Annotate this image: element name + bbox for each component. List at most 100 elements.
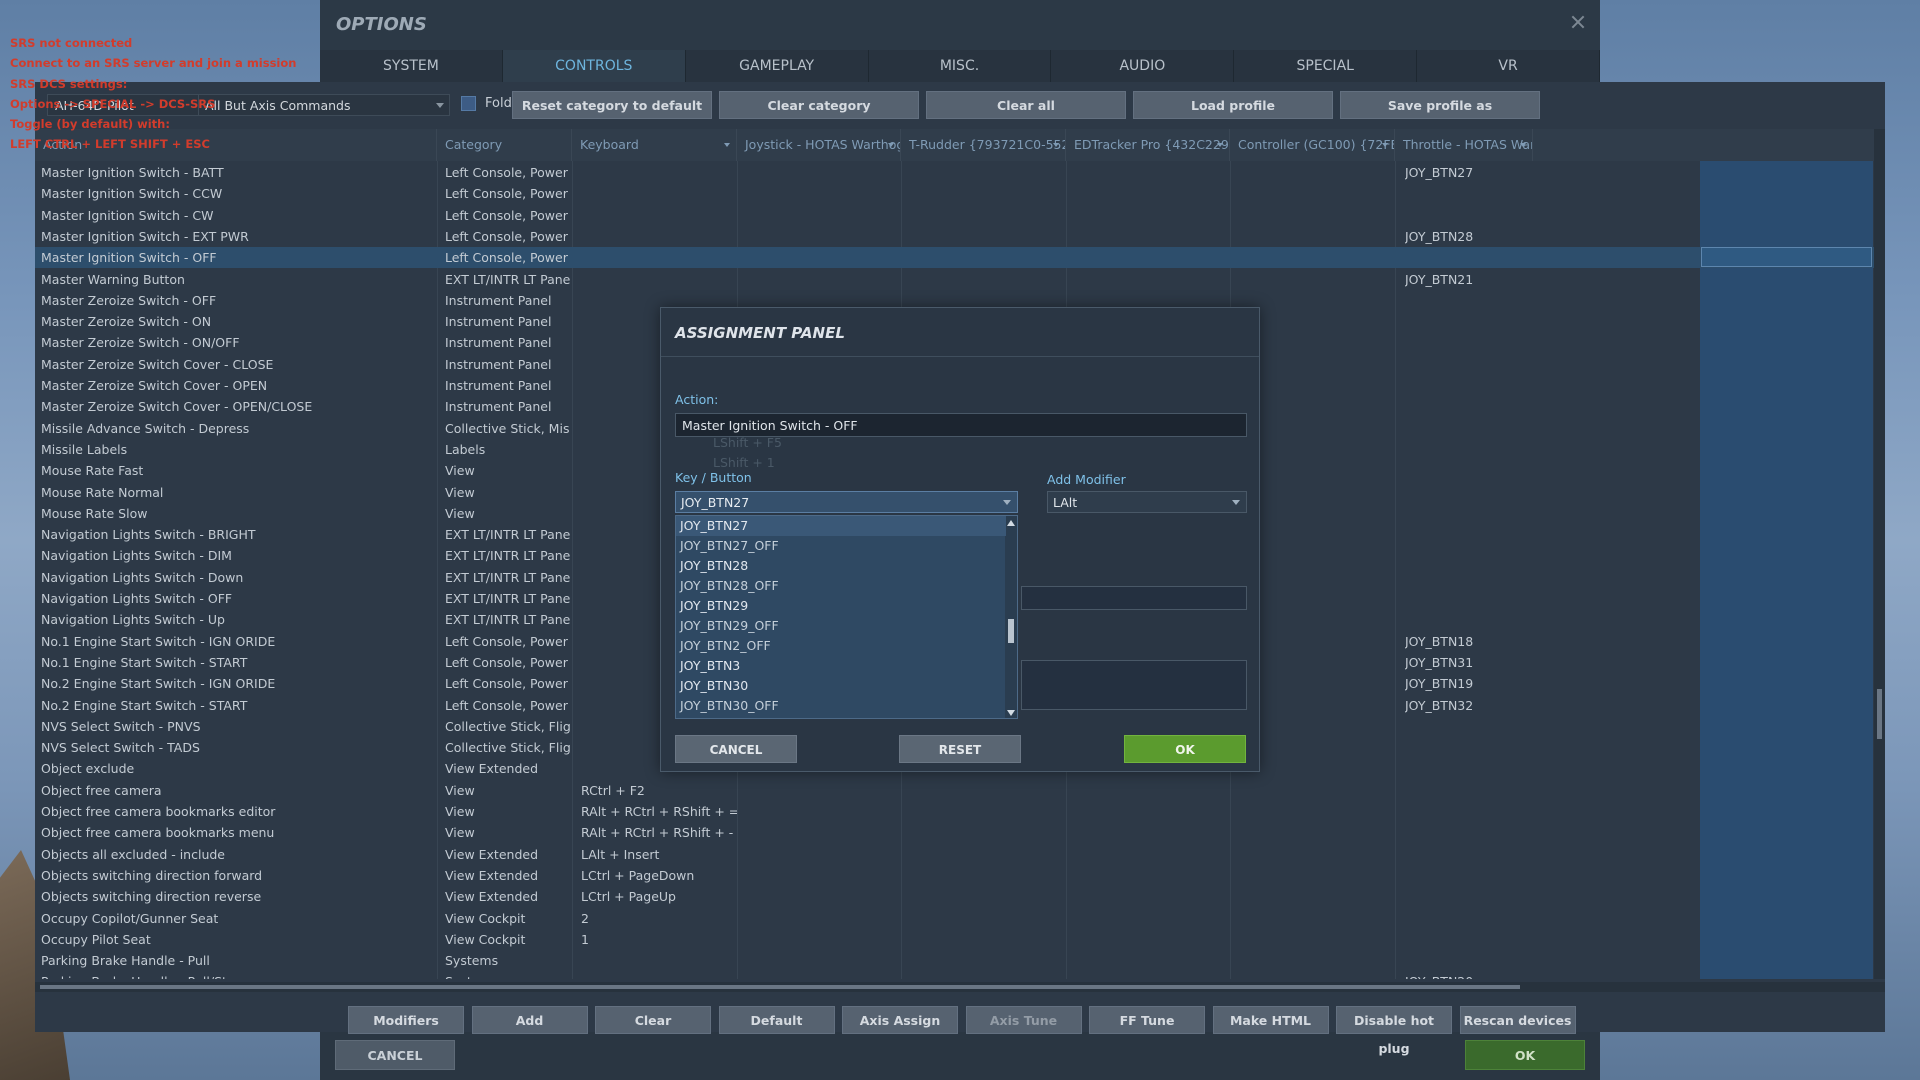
dropdown-option[interactable]: JOY_BTN29_OFF [676,616,1006,636]
column-header[interactable]: Joystick - HOTAS Warthog ... [737,129,901,161]
device-cell[interactable] [1239,567,1389,588]
device-cell[interactable] [1239,482,1389,503]
throttle-cell[interactable] [1405,716,1535,737]
device-cell[interactable] [910,226,1060,247]
throttle-cell[interactable]: JOY_BTN20 [1405,971,1535,979]
scrollbar-thumb[interactable] [1877,689,1882,739]
rescan-devices-button[interactable]: Rescan devices [1459,1006,1576,1034]
device-cell[interactable] [746,226,896,247]
dropdown-scrollbar[interactable] [1005,516,1017,718]
throttle-cell[interactable] [1405,844,1535,865]
device-cell[interactable] [1239,247,1389,268]
device-cell[interactable] [910,801,1060,822]
device-cell[interactable] [746,886,896,907]
throttle-cell[interactable] [1405,567,1535,588]
throttle-cell[interactable] [1405,609,1535,630]
table-row[interactable]: Object free camera bookmarks menu View RAl… [35,822,1885,843]
device-cell[interactable] [1075,183,1225,204]
device-cell[interactable] [910,844,1060,865]
toolbar-button-reset-category-to-default[interactable]: Reset category to default [512,91,712,119]
dropdown-option[interactable]: JOY_BTN27 [676,516,1006,536]
device-cell[interactable] [746,908,896,929]
tab-audio[interactable]: AUDIO [1051,50,1235,82]
throttle-cell[interactable] [1405,545,1535,566]
throttle-cell[interactable] [1405,780,1535,801]
device-cell[interactable] [1239,929,1389,950]
device-cell[interactable] [910,183,1060,204]
device-cell[interactable] [1075,865,1225,886]
device-cell[interactable] [1075,205,1225,226]
throttle-cell[interactable] [1405,418,1535,439]
device-cell[interactable] [1239,695,1389,716]
keyboard-cell[interactable]: LCtrl + PageUp [581,886,737,907]
device-cell[interactable] [746,801,896,822]
device-cell[interactable] [910,162,1060,183]
device-cell[interactable] [1239,375,1389,396]
modifiers-button[interactable]: Modifiers [348,1006,464,1034]
modal-ok-button[interactable]: OK [1124,735,1246,763]
device-cell[interactable] [1239,396,1389,417]
device-cell[interactable] [910,886,1060,907]
device-cell[interactable] [1239,269,1389,290]
keyboard-cell[interactable]: RCtrl + F2 [581,780,737,801]
table-row[interactable]: Objects switching direction reverse View … [35,886,1885,907]
table-row[interactable]: Occupy Pilot Seat View Cockpit 1 [35,929,1885,950]
device-cell[interactable] [910,908,1060,929]
throttle-cell[interactable]: JOY_BTN31 [1405,652,1535,673]
device-cell[interactable] [1239,354,1389,375]
device-cell[interactable] [910,822,1060,843]
table-row[interactable]: Master Ignition Switch - CCW Left Console… [35,183,1885,204]
device-cell[interactable] [910,269,1060,290]
tab-controls[interactable]: CONTROLS [502,50,686,82]
keyboard-cell[interactable] [581,205,737,226]
device-cell[interactable] [1239,844,1389,865]
throttle-cell[interactable] [1405,332,1535,353]
throttle-cell[interactable] [1405,290,1535,311]
throttle-cell[interactable] [1405,375,1535,396]
device-cell[interactable] [1239,801,1389,822]
device-cell[interactable] [746,269,896,290]
device-cell[interactable] [1239,205,1389,226]
vertical-scrollbar[interactable] [1874,129,1885,979]
keyboard-cell[interactable]: RAlt + RCtrl + RShift + - [581,822,737,843]
device-cell[interactable] [1075,971,1225,979]
device-cell[interactable] [1075,908,1225,929]
device-cell[interactable] [910,247,1060,268]
throttle-cell[interactable] [1405,247,1535,268]
close-icon[interactable] [1570,14,1586,30]
device-cell[interactable] [746,865,896,886]
device-cell[interactable] [1239,716,1389,737]
throttle-cell[interactable]: JOY_BTN28 [1405,226,1535,247]
device-cell[interactable] [1239,332,1389,353]
device-cell[interactable] [1239,290,1389,311]
device-cell[interactable] [1075,269,1225,290]
device-cell[interactable] [1075,780,1225,801]
table-row[interactable]: Master Ignition Switch - OFF Left Console… [35,247,1885,269]
dropdown-option[interactable]: JOY_BTN27_OFF [676,536,1006,556]
throttle-cell[interactable]: JOY_BTN21 [1405,269,1535,290]
dropdown-option[interactable]: JOY_BTN2_OFF [676,636,1006,656]
device-cell[interactable] [1075,226,1225,247]
throttle-cell[interactable] [1405,311,1535,332]
axis-assign-button[interactable]: Axis Assign [842,1006,958,1034]
device-cell[interactable] [1239,886,1389,907]
device-cell[interactable] [746,162,896,183]
column-header[interactable]: T-Rudder {793721C0-5524... [901,129,1066,161]
dropdown-option[interactable]: JOY_BTN28_OFF [676,576,1006,596]
table-row[interactable]: Parking Brake Handle - Pull Systems [35,950,1885,971]
device-cell[interactable] [1239,631,1389,652]
throttle-cell[interactable] [1405,503,1535,524]
device-cell[interactable] [1075,950,1225,971]
device-cell[interactable] [1075,247,1225,268]
tab-system[interactable]: SYSTEM [320,50,503,82]
column-header[interactable]: Category [437,129,572,161]
keyboard-cell[interactable] [581,971,737,979]
keyboard-cell[interactable]: 1 [581,929,737,950]
throttle-cell[interactable]: JOY_BTN18 [1405,631,1535,652]
device-cell[interactable] [1239,950,1389,971]
throttle-cell[interactable] [1405,588,1535,609]
column-header[interactable]: Keyboard [572,129,737,161]
tab-gameplay[interactable]: GAMEPLAY [686,50,869,82]
default-button[interactable]: Default [718,1006,835,1034]
device-cell[interactable] [910,865,1060,886]
